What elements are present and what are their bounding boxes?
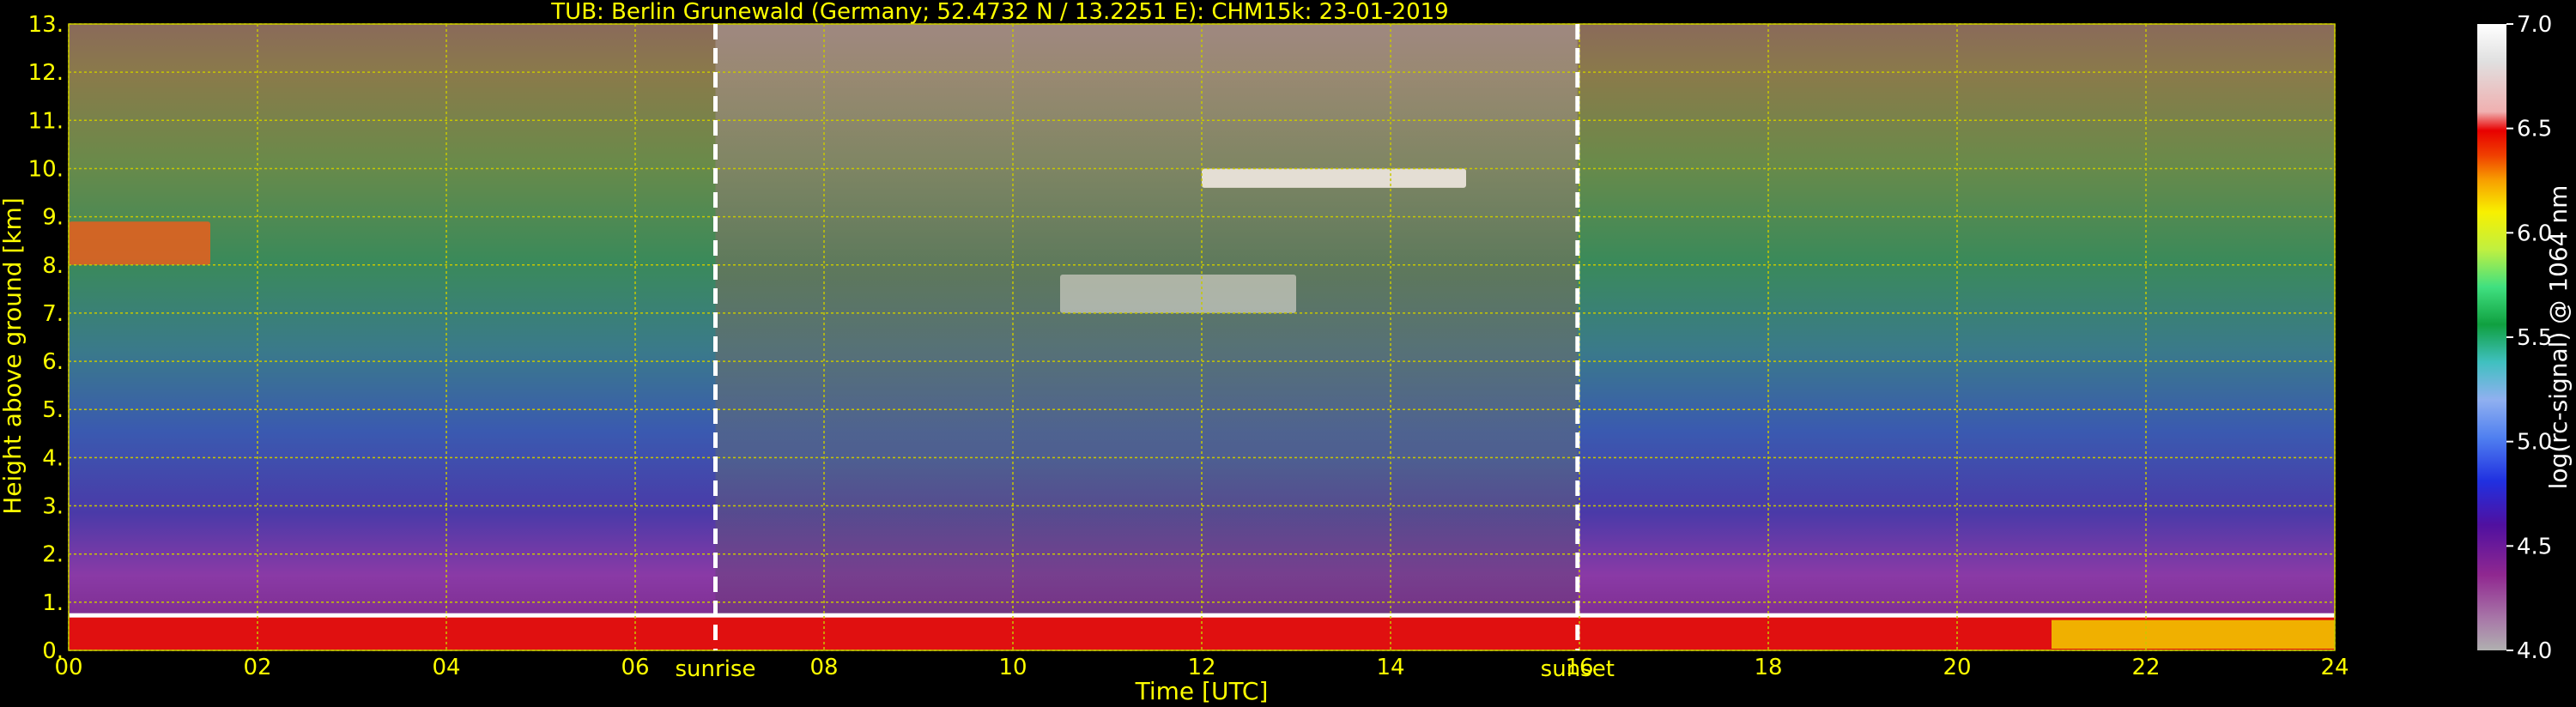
cloud-layer — [1202, 168, 1466, 188]
colorbar-tick-label: 7.0 — [2517, 12, 2552, 38]
y-tick-label: 1. — [42, 590, 64, 616]
y-tick-label: 5. — [42, 397, 64, 423]
x-tick-label: 08 — [809, 655, 838, 680]
y-tick-label: 10. — [28, 156, 64, 182]
colorbar-label: log(rc-signal) @ 1064 nm — [2544, 185, 2573, 490]
x-tick-label: 16 — [1565, 655, 1593, 680]
x-axis-label: Time [UTC] — [1135, 677, 1269, 705]
y-tick-label: 3. — [42, 494, 64, 520]
x-tick-label: 18 — [1754, 655, 1782, 680]
x-tick-label: 06 — [621, 655, 649, 680]
y-tick-label: 9. — [42, 205, 64, 231]
colorbar-tick-label: 6.5 — [2517, 117, 2552, 142]
colorbar-tick-label: 4.0 — [2517, 638, 2552, 664]
y-axis-label: Height above ground [km] — [0, 197, 27, 515]
y-tick-label: 6. — [42, 349, 64, 375]
y-tick-label: 2. — [42, 542, 64, 568]
colorbar-tick-label: 4.5 — [2517, 534, 2552, 559]
event-label: sunrise — [676, 656, 756, 682]
x-tick-label: 14 — [1376, 655, 1404, 680]
y-tick-label: 8. — [42, 253, 64, 279]
y-tick-label: 7. — [42, 301, 64, 327]
ceilometer-plot: sunrise sunset 00 02 04 06 08 10 12 14 16 18 20 22 24… — [0, 0, 2576, 707]
y-tick-label: 4. — [42, 445, 64, 471]
x-tick-label: 10 — [998, 655, 1027, 680]
y-tick-label: 13. — [28, 12, 64, 38]
y-tick-label: 11. — [28, 108, 64, 134]
x-tick-label: 02 — [243, 655, 271, 680]
x-tick-label: 24 — [2320, 655, 2349, 680]
colorbar-gradient — [2477, 24, 2506, 650]
plot-area: sunrise sunset 00 02 04 06 08 10 12 14 16 18 20 22 24… — [28, 12, 2349, 682]
y-tick-label: 12. — [28, 60, 64, 86]
cloud-layer — [1060, 275, 1296, 313]
x-tick-label: 20 — [1943, 655, 1971, 680]
chart-title: TUB: Berlin Grunewald (Germany; 52.4732 … — [550, 0, 1448, 25]
daytime-noise-field — [715, 24, 1578, 650]
boundary-layer-core — [2052, 619, 2335, 649]
x-tick-label: 04 — [432, 655, 460, 680]
x-tick-label: 22 — [2131, 655, 2160, 680]
cloud-layer — [69, 221, 210, 265]
y-tick-label: 0. — [42, 638, 64, 664]
